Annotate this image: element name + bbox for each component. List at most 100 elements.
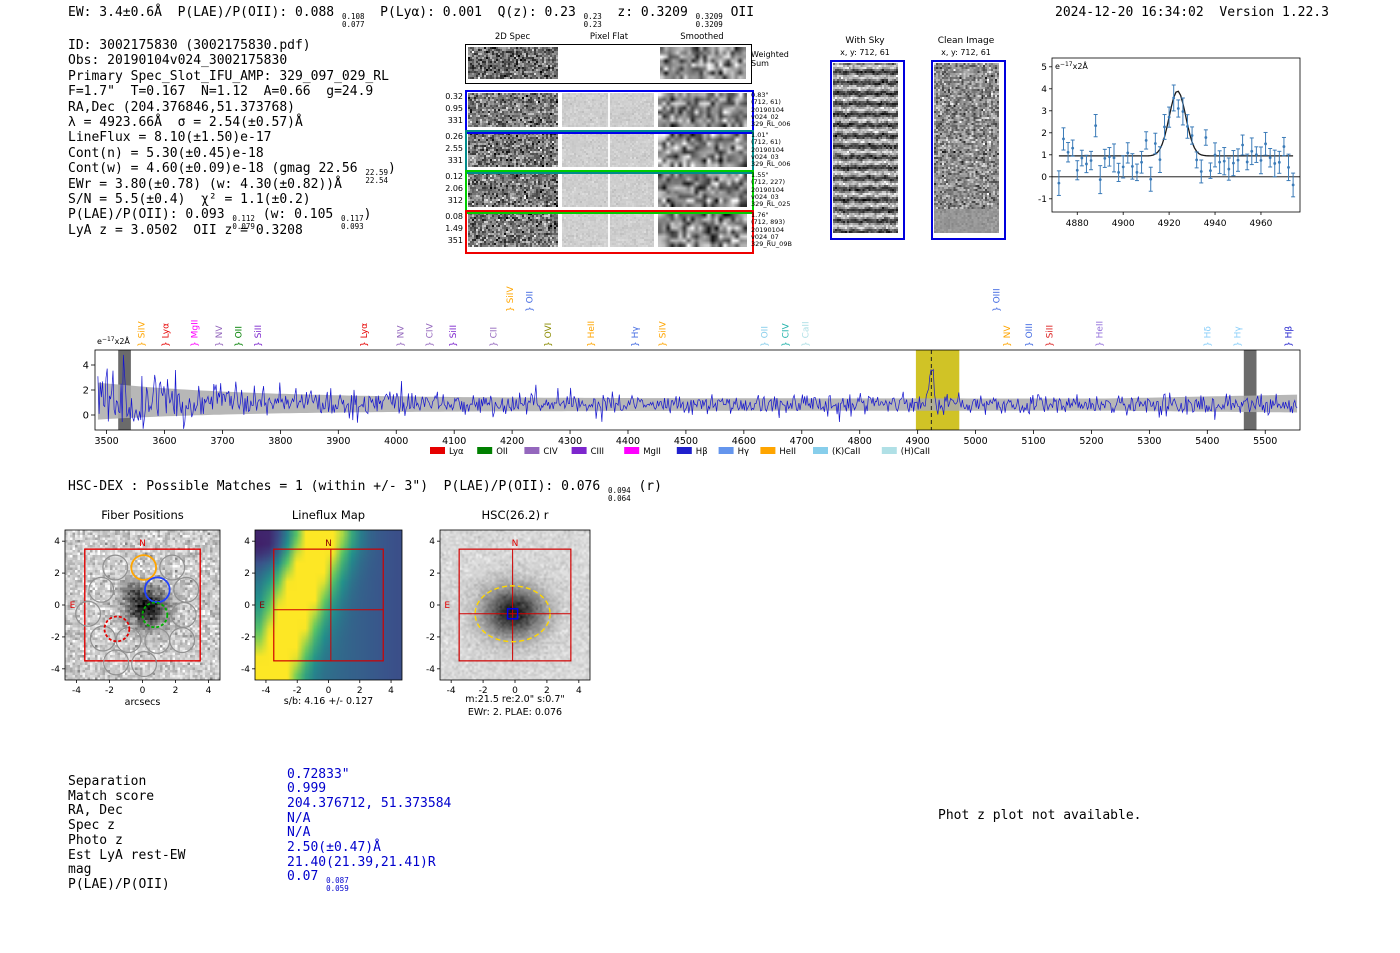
match-field-value: N/A — [287, 810, 311, 826]
svg-text:5000: 5000 — [963, 436, 987, 447]
zoom-line-fit-plot: 5 4 3 2 1 0 -1 4880 4900 4920 4940 4960 e−17x2Å — [1038, 57, 1301, 229]
svg-text:4: 4 — [244, 537, 250, 547]
info-line: RA,Dec (204.376846,51.373768) — [68, 99, 295, 115]
emission-line-label: } OII — [235, 326, 245, 347]
svg-text:2: 2 — [54, 569, 60, 579]
svg-text:0: 0 — [140, 686, 146, 696]
cutout-right-values: 1.01" (712, 61) 20190104 v024_03 329_RL_006 — [751, 131, 811, 168]
svg-text:3: 3 — [1041, 107, 1047, 117]
info-line: Cont(w) = 4.60(±0.09)e-18 (gmag 22.56 22… — [68, 161, 396, 185]
svg-text:0: 0 — [429, 601, 435, 611]
spectrum-frame — [94, 349, 1301, 431]
data-point — [1135, 170, 1139, 174]
legend-label: Hβ — [696, 447, 708, 457]
info-line: λ = 4923.66Å σ = 2.54(±0.57)Å — [68, 114, 303, 130]
data-point — [1176, 107, 1180, 110]
emission-line-label: } SiIV — [506, 286, 516, 312]
info-line: LineFlux = 8.10(±1.50)e-17 — [68, 130, 272, 146]
svg-text:4940: 4940 — [1204, 219, 1227, 229]
svg-text:1: 1 — [1041, 151, 1047, 161]
match-field-value: N/A — [287, 825, 311, 841]
svg-text:4700: 4700 — [790, 436, 814, 447]
data-point — [1066, 150, 1070, 154]
data-point — [1291, 183, 1295, 187]
emission-line-label: } Lyα — [162, 323, 172, 347]
cutout-row-frame — [465, 90, 754, 134]
emission-line-label: } Hβ — [1284, 326, 1294, 347]
data-point — [1190, 134, 1194, 137]
emission-line-label: } NV — [1003, 325, 1013, 347]
svg-text:e−17x2Å: e−17x2Å — [97, 335, 130, 346]
cutout-row-frame — [465, 130, 754, 174]
emission-line-label: } SiIV — [659, 321, 669, 347]
legend-label: Hγ — [738, 447, 749, 457]
data-point — [1199, 170, 1203, 173]
data-point — [1186, 125, 1189, 128]
svg-text:3800: 3800 — [268, 436, 292, 447]
emission-line-label: } HeII — [587, 321, 597, 347]
masked-region-bar — [118, 350, 131, 430]
legend-swatch — [881, 447, 897, 454]
timestamp-version: 2024-12-20 16:34:02 Version 1.22.3 — [1055, 5, 1329, 20]
data-point — [1075, 168, 1079, 172]
svg-text:4100: 4100 — [442, 436, 466, 447]
cutout-left-value: 351 — [447, 236, 463, 245]
match-field-value: 204.376712, 51.373584 — [287, 795, 452, 811]
emission-line-label: } MgII — [191, 320, 201, 347]
cutout-row-frame — [465, 170, 754, 214]
legend-label: OII — [496, 447, 508, 457]
data-point — [1250, 149, 1254, 153]
emission-line-label: } CIV — [425, 322, 435, 347]
legend-swatch — [477, 447, 493, 454]
data-point — [1140, 160, 1143, 164]
emission-line-label: } CaII — [801, 321, 811, 347]
match-field-label: RA, Dec — [68, 803, 123, 819]
svg-text:4000: 4000 — [384, 436, 408, 447]
data-point — [1213, 153, 1217, 157]
data-point — [1089, 159, 1093, 162]
hsc-match-heading: HSC-DEX : Possible Matches = 1 (within +… — [68, 479, 662, 503]
svg-text:3700: 3700 — [210, 436, 234, 447]
svg-text:0: 0 — [326, 686, 332, 696]
svg-text:5: 5 — [1041, 63, 1047, 73]
cutout-left-value: 0.08 — [445, 212, 463, 221]
data-point — [1167, 115, 1171, 119]
svg-text:3500: 3500 — [94, 436, 118, 447]
uncertainty-range: 0.3209 0.3209 — [695, 12, 723, 29]
info-line: Cont(n) = 5.30(±0.45)e-18 — [68, 145, 264, 161]
cutout-left-value: 0.95 — [445, 104, 463, 113]
svg-text:0: 0 — [244, 601, 250, 611]
full-spectrum-plot: 0 2 4 3500 3600 3700 3800 3900 4000 4100 4200 4300 4… — [83, 286, 1301, 457]
col-title-pixel-flat: Pixel Flat — [589, 32, 629, 42]
emission-line-label: } OIII — [992, 288, 1002, 312]
emission-line-label: } OVI — [544, 323, 554, 347]
cutout-left-values: 0.08 1.49 351 — [437, 211, 463, 247]
svg-text:-4: -4 — [241, 665, 250, 675]
data-point — [1153, 142, 1157, 145]
svg-text:4800: 4800 — [848, 436, 872, 447]
svg-text:4500: 4500 — [674, 436, 698, 447]
summary-header: EW: 3.4±0.6Å P(LAE)/P(OII): 0.088 0.108 0… — [68, 5, 755, 29]
svg-text:-2: -2 — [426, 633, 435, 643]
svg-text:2: 2 — [173, 686, 179, 696]
legend-label: (K)CaII — [832, 447, 860, 457]
data-point — [1080, 156, 1084, 160]
cutout-left-value: 1.49 — [445, 224, 463, 233]
svg-text:-4: -4 — [426, 665, 435, 675]
data-point — [1130, 165, 1134, 168]
svg-text:4300: 4300 — [558, 436, 582, 447]
data-point — [1144, 139, 1148, 142]
match-field-label: mag — [68, 862, 92, 878]
emission-line-label: } NV — [396, 325, 406, 347]
emission-line-label: } Hδ — [1203, 326, 1213, 347]
svg-text:2: 2 — [83, 386, 89, 397]
svg-text:-2: -2 — [293, 686, 302, 696]
clean-image-frame — [931, 60, 1006, 240]
svg-text:4: 4 — [83, 361, 89, 372]
data-point — [1172, 96, 1176, 100]
svg-text:-4: -4 — [72, 686, 81, 696]
fiber-xaxis-label: arcsecs — [124, 697, 161, 708]
zoom-plot-frame — [1051, 57, 1301, 213]
data-point — [1282, 145, 1286, 148]
svg-text:5100: 5100 — [1021, 436, 1045, 447]
